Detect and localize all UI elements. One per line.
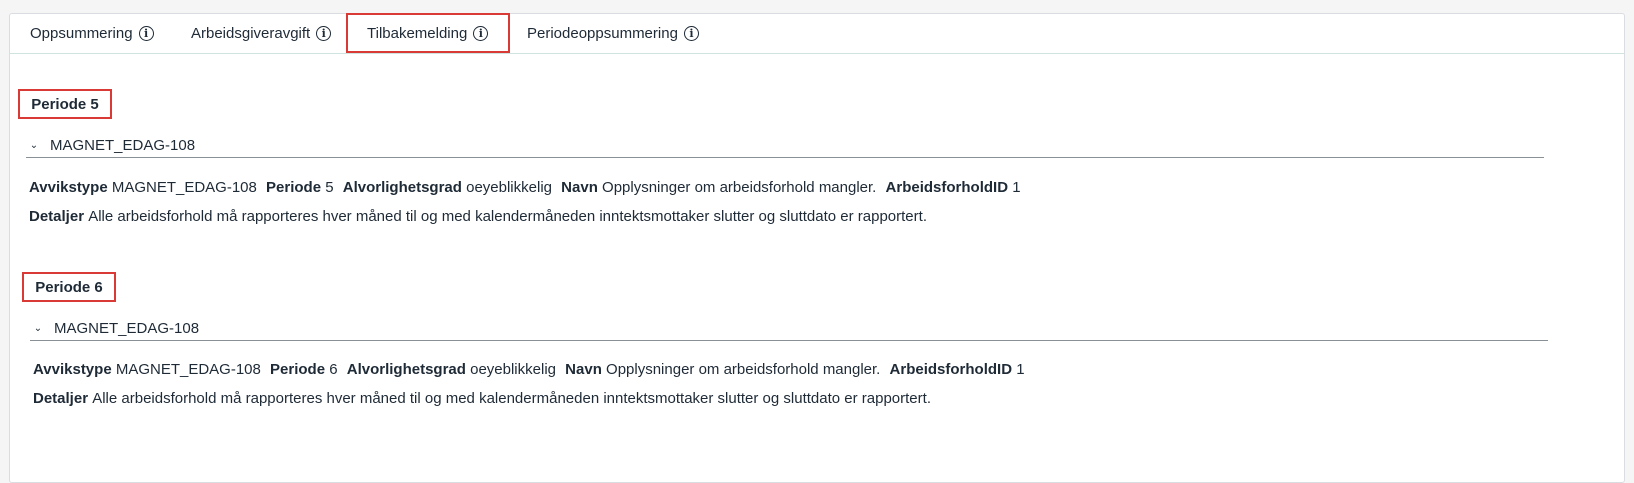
field-value: MAGNET_EDAG-108	[111, 179, 257, 196]
field-value: 6	[329, 361, 338, 378]
section-title-periode-5: Periode 5	[18, 89, 112, 119]
field-label: ArbeidsforholdID	[889, 361, 1017, 378]
tab-label: Oppsummering	[30, 25, 133, 42]
field-value: MAGNET_EDAG-108	[115, 361, 261, 378]
deviation-details-periode-5: Detaljer Alle arbeidsforhold må rapporte…	[29, 208, 927, 225]
deviation-summary-periode-6: Avvikstype MAGNET_EDAG-108 Periode 6 Alv…	[33, 361, 1030, 378]
field-value: Alle arbeidsforhold må rapporteres hver …	[92, 390, 931, 407]
deviation-summary-periode-5: Avvikstype MAGNET_EDAG-108 Periode 5 Alv…	[29, 179, 1026, 196]
field-label: Periode	[270, 361, 330, 378]
accordion-label: MAGNET_EDAG-108	[54, 320, 200, 337]
feedback-panel: Oppsummering i Arbeidsgiveravgift i Tilb…	[9, 13, 1625, 483]
field-label: Navn	[565, 361, 607, 378]
tab-label: Tilbakemelding	[367, 24, 468, 42]
section-title-periode-6: Periode 6	[22, 272, 116, 302]
field-label: ArbeidsforholdID	[885, 179, 1013, 196]
accordion-label: MAGNET_EDAG-108	[50, 137, 196, 154]
chevron-down-icon: ⌄	[33, 323, 43, 334]
tab-label: Arbeidsgiveravgift	[191, 25, 311, 42]
accordion-toggle-periode-5[interactable]: ⌄ MAGNET_EDAG-108	[26, 134, 1544, 158]
tab-tilbakemelding[interactable]: Tilbakemelding i	[346, 13, 510, 53]
info-icon[interactable]: i	[316, 26, 332, 41]
field-label: Alvorlighetsgrad	[346, 361, 471, 378]
tab-arbeidsgiveravgift[interactable]: Arbeidsgiveravgift i	[191, 14, 332, 53]
info-icon[interactable]: i	[683, 26, 699, 41]
field-label: Navn	[561, 179, 603, 196]
field-label: Periode	[266, 179, 326, 196]
field-label: Detaljer	[33, 390, 93, 407]
accordion-toggle-periode-6[interactable]: ⌄ MAGNET_EDAG-108	[30, 317, 1548, 341]
field-label: Detaljer	[29, 208, 89, 225]
tab-oppsummering[interactable]: Oppsummering i	[30, 14, 154, 53]
field-value: 5	[325, 179, 334, 196]
tab-periodeoppsummering[interactable]: Periodeoppsummering i	[527, 14, 699, 53]
field-label: Alvorlighetsgrad	[342, 179, 467, 196]
deviation-details-periode-6: Detaljer Alle arbeidsforhold må rapporte…	[33, 390, 931, 407]
field-value: oeyeblikkelig	[470, 361, 556, 378]
field-value: Opplysninger om arbeidsforhold mangler.	[602, 179, 877, 196]
field-value: 1	[1016, 361, 1025, 378]
info-icon[interactable]: i	[138, 26, 154, 41]
field-value: Opplysninger om arbeidsforhold mangler.	[606, 361, 881, 378]
field-value: Alle arbeidsforhold må rapporteres hver …	[88, 208, 927, 225]
field-value: oeyeblikkelig	[466, 179, 552, 196]
field-label: Avvikstype	[29, 179, 112, 196]
field-label: Avvikstype	[33, 361, 116, 378]
info-icon[interactable]: i	[473, 25, 489, 41]
field-value: 1	[1012, 179, 1021, 196]
tab-label: Periodeoppsummering	[527, 25, 678, 42]
chevron-down-icon: ⌄	[29, 140, 39, 151]
tab-bar: Oppsummering i Arbeidsgiveravgift i Tilb…	[10, 13, 1624, 54]
